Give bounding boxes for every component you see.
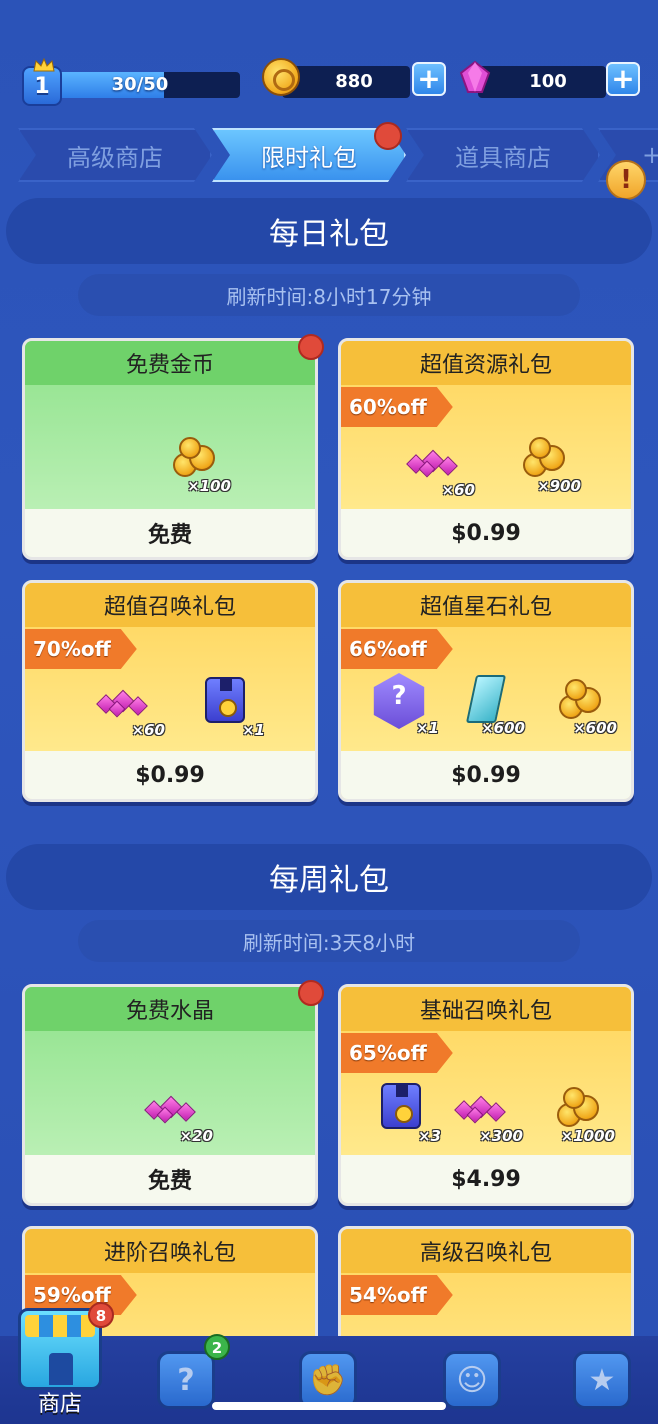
item-quantity: ×60 — [441, 481, 475, 499]
coin-amount: 880 — [335, 71, 373, 92]
hero-icon: ☺ — [443, 1351, 501, 1409]
pack-card-free-crystals[interactable]: 免费水晶 ×20 免费 — [22, 984, 318, 1206]
notification-dot — [298, 980, 324, 1006]
level-badge[interactable]: 1 — [22, 58, 62, 106]
coins-icon: ×1000 — [543, 1081, 615, 1145]
claim-button[interactable]: 免费 — [25, 1155, 315, 1203]
discount-tag: 60%off — [338, 387, 453, 427]
mystery-hex-icon: ×1 — [367, 673, 439, 737]
pack-title: 基础召唤礼包 — [341, 987, 631, 1031]
pack-card-summon[interactable]: 超值召唤礼包 70%off ×60 ×1 $0.99 — [22, 580, 318, 802]
crystal-icon: ×600 — [453, 673, 525, 737]
pack-title: 高级召唤礼包 — [341, 1229, 631, 1273]
item-quantity: ×100 — [187, 477, 231, 495]
pack-card-basic-summon[interactable]: 基础召唤礼包 65%off ×3 ×300 ×1000 $4.99 — [338, 984, 634, 1206]
level-number: 1 — [34, 73, 50, 99]
tab-premium-shop[interactable]: 高级商店 — [18, 128, 212, 182]
summon-card-icon: ×3 — [369, 1081, 441, 1145]
fist-icon: ✊ — [299, 1351, 357, 1409]
coin-icon — [262, 58, 300, 96]
pack-title: 超值星石礼包 — [341, 583, 631, 627]
tab-item-shop[interactable]: 道具商店 — [406, 128, 600, 182]
pack-title: 超值资源礼包 — [341, 341, 631, 385]
item-quantity: ×3 — [417, 1127, 441, 1145]
notification-dot — [298, 334, 324, 360]
coins-icon: ×600 — [545, 673, 617, 737]
shop-badge: 8 — [88, 1302, 114, 1328]
nav-shop[interactable]: 8 商店 — [10, 1300, 114, 1417]
daily-refresh-timer: 刷新时间:8小时17分钟 — [78, 274, 580, 316]
buy-button[interactable]: $0.99 — [341, 751, 631, 799]
discount-tag: 54%off — [338, 1275, 453, 1315]
gem-amount: 100 — [529, 71, 567, 92]
coins-icon: ×900 — [509, 431, 581, 495]
home-indicator — [212, 1402, 446, 1410]
item-quantity: ×20 — [179, 1127, 213, 1145]
gems-icon: ×300 — [451, 1081, 523, 1145]
warning-icon[interactable]: ! — [606, 160, 646, 200]
gems-icon: ×20 — [141, 1081, 213, 1145]
status-bar: 30/50 1 880 + 100 + — [0, 58, 658, 110]
item-quantity: ×60 — [131, 721, 165, 739]
item-quantity: ×1000 — [560, 1127, 615, 1145]
shop-tabs: 高级商店 限时礼包 道具商店 + — [0, 122, 658, 184]
item-quantity: ×600 — [573, 719, 617, 737]
pack-title: 免费水晶 — [25, 987, 315, 1031]
level-progress: 30/50 1 — [22, 58, 240, 106]
buy-button[interactable]: $4.99 — [341, 1155, 631, 1203]
trophy-icon: ★ — [573, 1351, 631, 1409]
discount-tag: 70%off — [22, 629, 137, 669]
xp-text: 30/50 — [111, 74, 169, 95]
discount-tag: 66%off — [338, 629, 453, 669]
crown-icon — [33, 58, 55, 72]
summon-card-icon: ×1 — [193, 675, 265, 739]
buy-button[interactable]: $0.99 — [25, 751, 315, 799]
weekly-packs-title: 每周礼包 — [6, 844, 652, 910]
gems-icon: ×60 — [403, 435, 475, 499]
pack-card-starstone[interactable]: 超值星石礼包 66%off ×1 ×600 ×600 $0.99 — [338, 580, 634, 802]
gems-icon: ×60 — [93, 675, 165, 739]
cards-badge: 2 — [204, 1334, 230, 1360]
pack-title: 免费金币 — [25, 341, 315, 385]
item-quantity: ×300 — [479, 1127, 523, 1145]
discount-tag: 65%off — [338, 1033, 453, 1073]
coins-icon: ×100 — [159, 431, 231, 495]
item-quantity: ×900 — [537, 477, 581, 495]
weekly-refresh-timer: 刷新时间:3天8小时 — [78, 920, 580, 962]
gem-counter: 100 — [478, 66, 606, 98]
buy-button[interactable]: $0.99 — [341, 509, 631, 557]
nav-shop-label: 商店 — [37, 1392, 82, 1417]
coin-counter: 880 — [282, 66, 410, 98]
nav-ranking[interactable]: ★ — [552, 1342, 652, 1418]
add-gems-button[interactable]: + — [606, 62, 640, 96]
pack-title: 进阶召唤礼包 — [25, 1229, 315, 1273]
pack-card-resource[interactable]: 超值资源礼包 60%off ×60 ×900 $0.99 — [338, 338, 634, 560]
daily-packs-title: 每日礼包 — [6, 198, 652, 264]
item-quantity: ×600 — [481, 719, 525, 737]
notification-dot — [374, 122, 402, 150]
pack-card-free-coins[interactable]: 免费金币 ×100 免费 — [22, 338, 318, 560]
gem-icon — [459, 60, 491, 93]
card-question-icon: ? — [157, 1351, 215, 1409]
item-quantity: ×1 — [415, 719, 439, 737]
item-quantity: ×1 — [241, 721, 265, 739]
claim-button[interactable]: 免费 — [25, 509, 315, 557]
add-coins-button[interactable]: + — [412, 62, 446, 96]
pack-title: 超值召唤礼包 — [25, 583, 315, 627]
